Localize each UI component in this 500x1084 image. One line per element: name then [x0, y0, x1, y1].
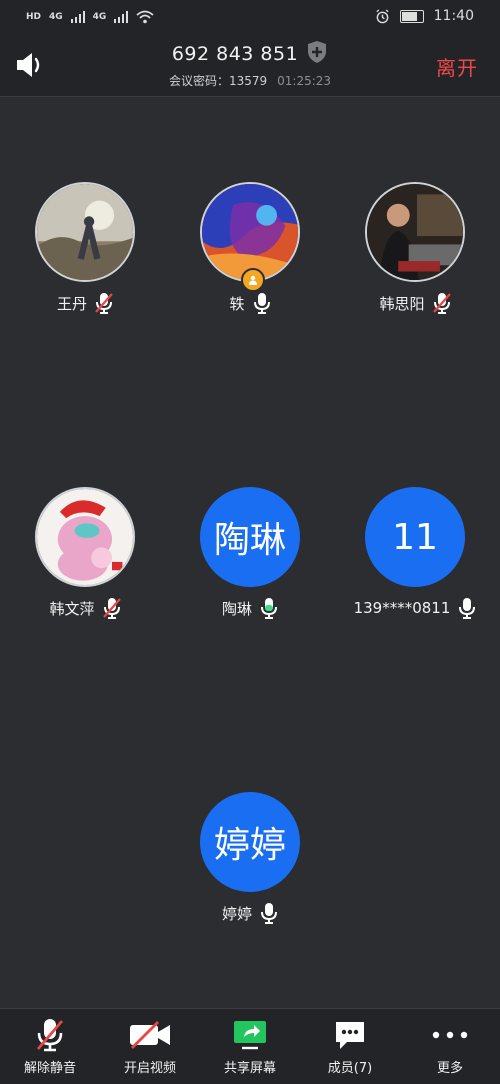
meeting-header: 692 843 851 会议密码：13579 01:25:23 离开 [0, 34, 500, 97]
avatar-photo [367, 184, 463, 280]
members-label: 成员(7) [327, 1061, 373, 1076]
participant-tile[interactable]: 轶 [165, 182, 335, 314]
alarm-icon [376, 8, 389, 23]
participant-tile[interactable]: 韩思阳 [330, 182, 500, 314]
network-type-2: 4G [92, 12, 107, 22]
wifi-icon [136, 10, 154, 24]
participant-name: 陶琳 [221, 599, 252, 618]
participant-tile[interactable]: 韩文萍 [0, 487, 170, 619]
avatar: 陶琳 [200, 487, 300, 587]
avatar [365, 182, 465, 282]
mic-icon [253, 293, 270, 314]
participant-name: 韩思阳 [379, 294, 425, 313]
participant-name: 139****0811 [353, 599, 451, 617]
share-screen-button[interactable]: 共享屏幕 [200, 1009, 300, 1084]
start-video-button[interactable]: 开启视频 [100, 1009, 200, 1084]
video-off-icon [130, 1021, 170, 1049]
unmute-label: 解除静音 [23, 1061, 76, 1076]
participant-name: 王丹 [56, 294, 87, 313]
participant-tile[interactable]: 11 139****0811 [330, 487, 500, 619]
mic-speaking-icon [261, 598, 277, 619]
network-type-1: 4G [49, 12, 63, 22]
meeting-id-text: 692 843 851 [171, 43, 299, 65]
meeting-id: 692 843 851 [0, 40, 500, 65]
meeting-meta: 会议密码：13579 01:25:23 [0, 72, 500, 89]
security-shield-icon[interactable] [306, 40, 328, 64]
avatar: 11 [365, 487, 465, 587]
more-icon [432, 1031, 468, 1039]
avatar-photo [37, 184, 133, 280]
mic-icon [261, 903, 277, 924]
signal-icon [114, 11, 129, 23]
share-screen-icon [234, 1021, 266, 1050]
avatar [35, 182, 135, 282]
battery-icon [399, 9, 424, 23]
participant-tile[interactable]: 婷婷 婷婷 [165, 792, 335, 924]
members-button[interactable]: 成员(7) [300, 1009, 400, 1084]
avatar [200, 182, 300, 282]
signal-icon [70, 11, 85, 23]
start-video-label: 开启视频 [123, 1061, 176, 1076]
meeting-password: 会议密码：13579 [168, 74, 268, 88]
status-bar: HD 4G 4G 11:40 [0, 0, 500, 34]
participant-name: 韩文萍 [49, 599, 95, 618]
leave-button[interactable]: 离开 [436, 52, 478, 81]
mic-muted-icon [102, 598, 121, 619]
host-badge-icon [241, 268, 265, 292]
avatar-photo [37, 489, 133, 585]
avatar [35, 487, 135, 587]
mic-icon [459, 598, 476, 619]
participant-name: 轶 [229, 294, 245, 313]
participant-name: 婷婷 [221, 904, 252, 923]
unmute-button[interactable]: 解除静音 [0, 1009, 100, 1084]
avatar: 婷婷 [200, 792, 300, 892]
mic-muted-icon [432, 293, 451, 314]
participant-tile[interactable]: 王丹 [0, 182, 170, 314]
more-label: 更多 [436, 1061, 463, 1076]
meeting-timer: 01:25:23 [277, 74, 332, 88]
meeting-toolbar: 解除静音 开启视频 共享屏幕 成员(7) 更多 [0, 1008, 500, 1084]
mic-muted-icon [36, 1019, 64, 1052]
share-screen-label: 共享屏幕 [223, 1061, 276, 1076]
hd-badge: HD [26, 12, 42, 22]
clock: 11:40 [433, 8, 474, 24]
participant-tile[interactable]: 陶琳 陶琳 [165, 487, 335, 619]
chat-bubble-icon [336, 1022, 364, 1049]
mic-muted-icon [95, 293, 113, 314]
more-button[interactable]: 更多 [400, 1009, 500, 1084]
